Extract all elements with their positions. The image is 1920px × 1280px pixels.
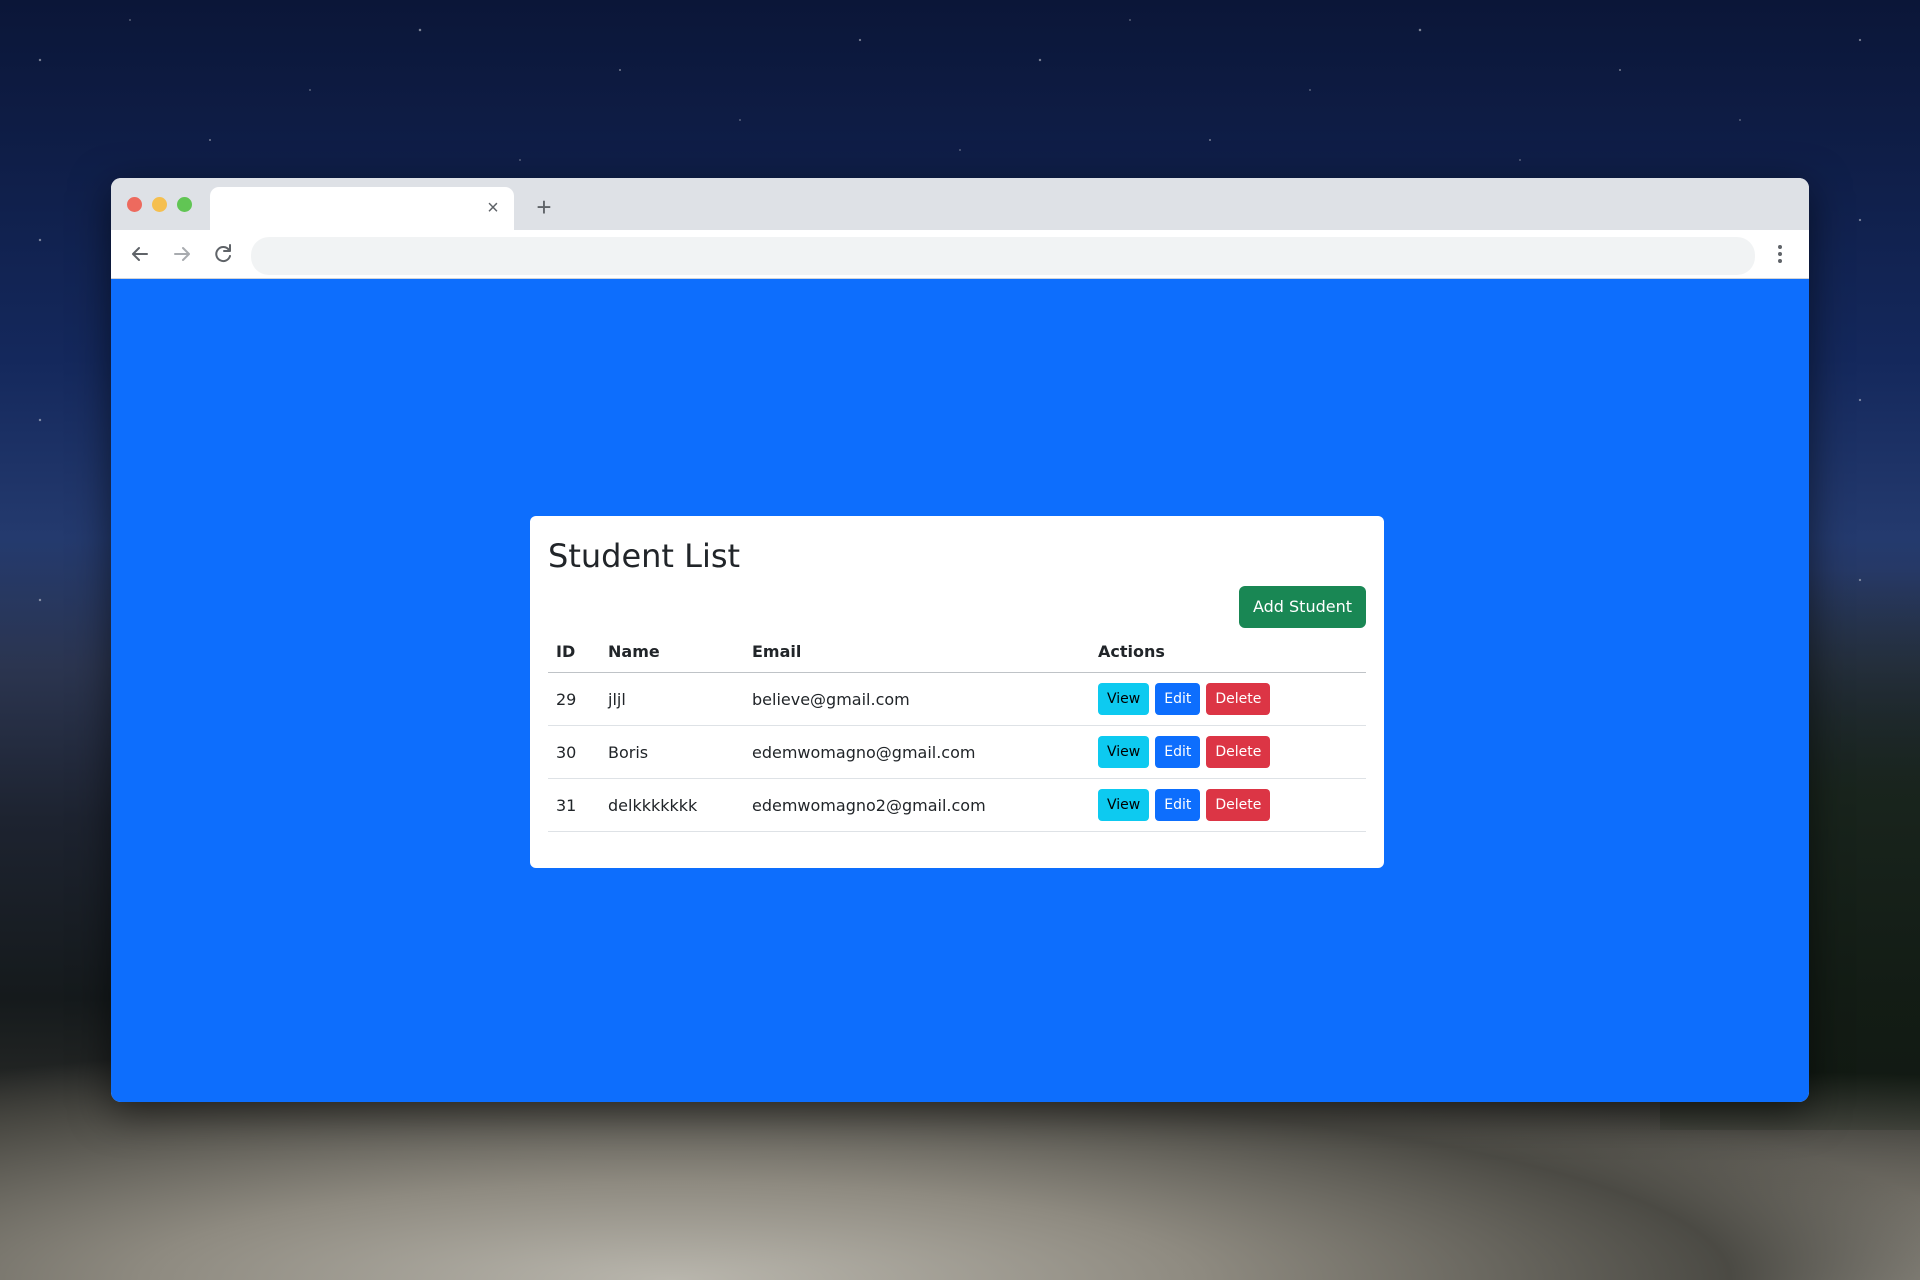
window-close-button[interactable]: [127, 197, 142, 212]
back-arrow-icon[interactable]: [125, 239, 155, 269]
edit-button[interactable]: Edit: [1155, 789, 1201, 821]
cell-id: 31: [548, 778, 600, 832]
table-row: 29 jljl believe@gmail.com View Edit Delete: [548, 672, 1366, 726]
cell-id: 29: [548, 672, 600, 726]
browser-toolbar: [111, 230, 1809, 279]
cell-email: edemwomagno@gmail.com: [744, 725, 1090, 779]
address-bar-input[interactable]: [251, 237, 1755, 275]
window-minimize-button[interactable]: [152, 197, 167, 212]
view-button[interactable]: View: [1098, 683, 1150, 715]
delete-button[interactable]: Delete: [1206, 683, 1271, 715]
cell-id: 30: [548, 725, 600, 779]
delete-button[interactable]: Delete: [1206, 736, 1271, 768]
add-student-button[interactable]: Add Student: [1238, 586, 1366, 628]
browser-window: × + Student List Add Student ID Name Ema…: [111, 178, 1809, 1102]
delete-button[interactable]: Delete: [1206, 789, 1271, 821]
reload-icon[interactable]: [208, 239, 238, 269]
table-header-row: ID Name Email Actions: [548, 630, 1366, 673]
cell-name: jljl: [600, 672, 744, 726]
browser-titlebar: × +: [111, 178, 1809, 230]
page-title: Student List: [548, 537, 741, 575]
window-maximize-button[interactable]: [177, 197, 192, 212]
cell-email: edemwomagno2@gmail.com: [744, 778, 1090, 832]
table-row: 30 Boris edemwomagno@gmail.com View Edit D…: [548, 725, 1366, 779]
edit-button[interactable]: Edit: [1155, 683, 1201, 715]
edit-button[interactable]: Edit: [1155, 736, 1201, 768]
view-button[interactable]: View: [1098, 789, 1150, 821]
view-button[interactable]: View: [1098, 736, 1150, 768]
students-table: ID Name Email Actions 29 jljl believe@gm…: [548, 630, 1366, 832]
browser-tab[interactable]: ×: [210, 187, 514, 230]
student-list-card: Student List Add Student ID Name Email A…: [530, 516, 1384, 868]
column-header-email: Email: [744, 630, 1090, 673]
new-tab-icon[interactable]: +: [529, 192, 559, 222]
cell-name: delkkkkkkk: [600, 778, 744, 832]
tab-close-icon[interactable]: ×: [482, 197, 504, 219]
cell-actions: View Edit Delete: [1090, 672, 1366, 726]
forward-arrow-icon[interactable]: [167, 239, 197, 269]
table-row: 31 delkkkkkkk edemwomagno2@gmail.com Vie…: [548, 778, 1366, 832]
desktop-wallpaper: × + Student List Add Student ID Name Ema…: [0, 0, 1920, 1280]
column-header-name: Name: [600, 630, 744, 673]
page-viewport: Student List Add Student ID Name Email A…: [111, 279, 1809, 1102]
cell-email: believe@gmail.com: [744, 672, 1090, 726]
column-header-id: ID: [548, 630, 600, 673]
cell-name: Boris: [600, 725, 744, 779]
column-header-actions: Actions: [1090, 630, 1366, 673]
kebab-menu-icon[interactable]: [1765, 239, 1795, 269]
cell-actions: View Edit Delete: [1090, 778, 1366, 832]
cell-actions: View Edit Delete: [1090, 725, 1366, 779]
